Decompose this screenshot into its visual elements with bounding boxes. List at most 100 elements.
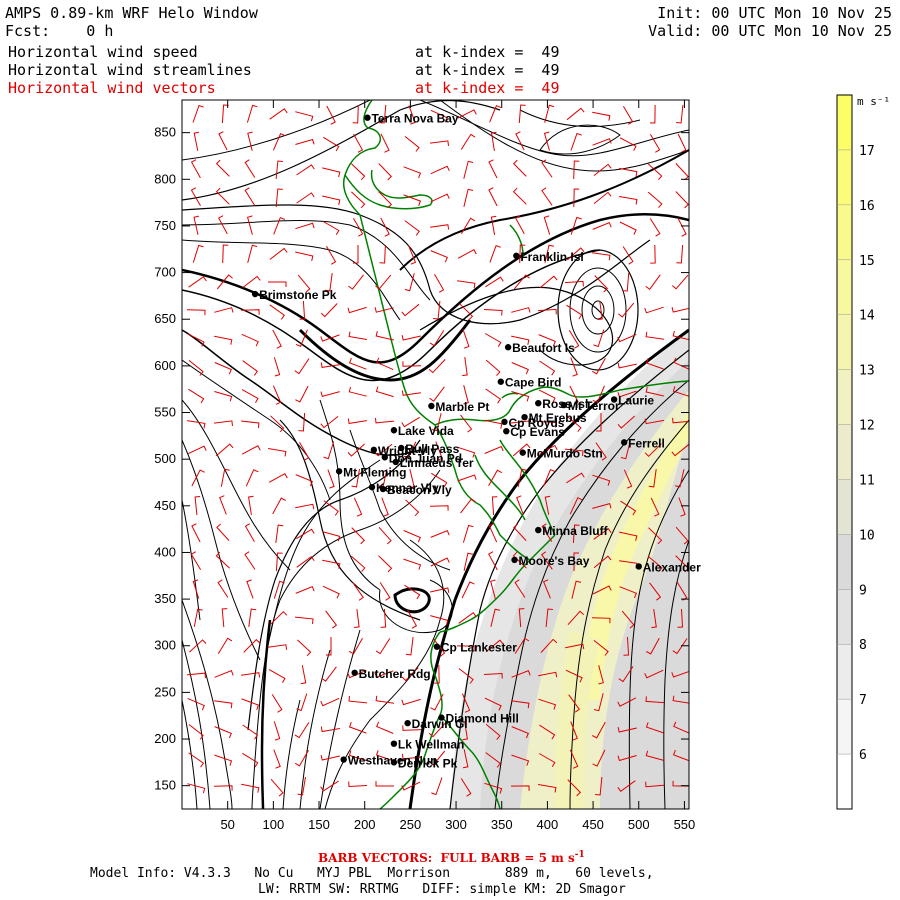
station-dot [433,643,441,650]
wind-barb [489,244,501,263]
y-tick-label: 200 [154,731,176,746]
wind-barb [671,306,689,313]
wind-barb [214,754,233,766]
wind-barb [326,245,337,265]
wind-barb [322,221,340,236]
station-dot [381,454,388,461]
y-tick-label: 650 [154,311,176,326]
station-label: McMurdo Stn [527,447,603,461]
wind-barb [242,360,258,376]
wind-barb [675,163,689,181]
y-tick-label: 500 [154,451,176,466]
wind-barb [217,579,229,598]
wind-barb [430,557,450,567]
wind-barb [462,524,474,543]
wind-barb [375,386,394,398]
x-tick-label: 250 [400,817,422,832]
wind-barb [191,523,201,543]
wind-barb [241,783,260,793]
wind-barb [320,697,340,707]
colorbar-label: 12 [859,419,875,434]
y-tick-label: 150 [154,778,176,793]
wind-barb [488,159,498,179]
colorbar-swatch [837,314,852,371]
wind-barb [242,724,259,740]
wind-barb [622,272,630,292]
wind-barb [241,698,260,710]
wind-barb [460,414,473,433]
wind-barb [592,221,612,230]
x-tick-label: 100 [262,817,284,832]
station-dot [404,719,411,727]
wind-barb [649,133,661,153]
wind-barb [378,163,393,181]
y-tick-label: 850 [154,125,176,140]
wind-barb [592,252,611,261]
wind-barb [380,133,390,153]
wind-barb [518,104,526,124]
wind-barb [566,304,583,320]
wind-barb [512,159,527,177]
wind-barb [351,163,366,181]
station-dot [390,427,398,434]
wind-barb [294,722,310,739]
wind-barb [430,140,449,146]
wind-barb [463,160,474,179]
station-label: Butcher Rdg [359,667,431,681]
wind-barb [188,752,205,768]
wind-barb [592,111,611,121]
station-dot [379,485,387,493]
wind-barb [352,582,364,601]
wind-barb [271,694,283,713]
wind-barb [647,191,663,209]
station-dot [497,378,505,385]
colorbar-swatch [837,204,852,261]
wind-barb [649,104,656,124]
wind-barb [378,555,393,573]
wind-barb [617,362,637,369]
wind-barb [273,721,281,741]
wind-barb [401,698,421,706]
wind-barb [351,527,366,545]
station-label: Brimstone Pk [259,288,337,302]
colorbar-swatch [837,424,852,480]
wind-barb [457,109,477,119]
wind-barb [214,307,234,313]
wind-barb [491,131,497,151]
wind-barb [215,443,234,457]
wind-barb [217,637,233,654]
wind-barb [326,637,332,656]
wind-barb [539,360,556,376]
wind-barb [462,329,470,349]
wind-barb [511,362,529,375]
wind-barb [484,333,502,348]
wind-barb [275,188,283,208]
colorbar-label: 14 [859,309,875,324]
wind-barb [566,107,585,121]
wind-barb [273,749,281,769]
station-label: Moore's Bay [519,554,590,568]
station-label: Terra Nova Bay [371,112,458,126]
station-dot [392,458,399,466]
wind-barb [241,420,260,429]
wind-barb [430,529,450,538]
wind-barb [429,505,449,511]
wind-barb [322,585,340,599]
wind-barb [676,104,684,124]
wind-barb [483,309,503,316]
wind-barb [348,696,368,704]
wind-barb [430,193,450,203]
station-dot [390,740,398,747]
wind-barb [348,274,364,290]
wind-barb [485,359,501,377]
wind-barb [273,216,286,235]
wind-barb [246,215,253,235]
station-dot [390,759,398,766]
wind-barb [294,616,314,624]
station-dot [368,483,376,491]
wind-barb [241,672,261,678]
wind-barb [433,300,441,320]
physics-info: LW: RRTM SW: RRTMG DIFF: simple KM: 2D S… [258,882,626,897]
wind-barb [214,420,233,426]
wind-barb [488,187,498,207]
